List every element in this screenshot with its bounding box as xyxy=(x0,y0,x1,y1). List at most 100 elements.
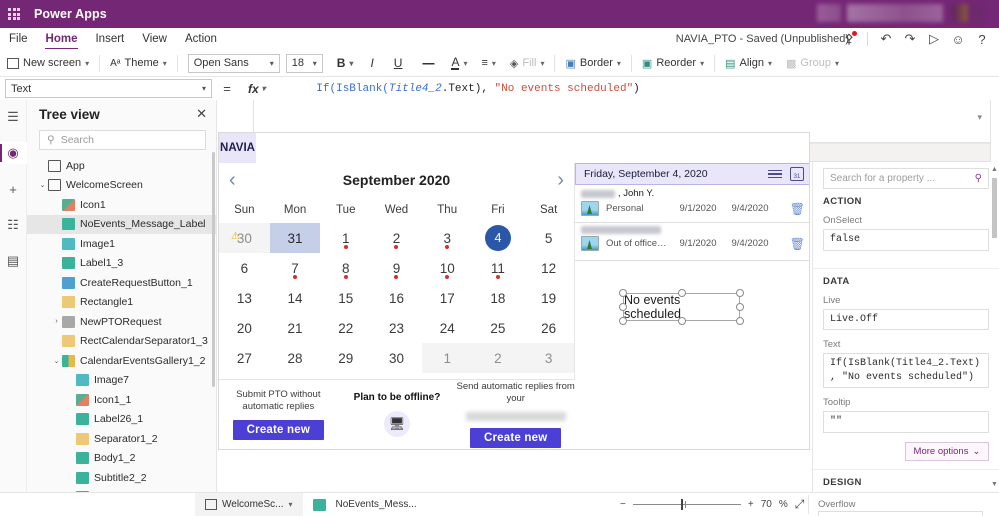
help-icon[interactable]: ? xyxy=(971,28,993,50)
expand-caret-icon[interactable]: ⌄ xyxy=(51,357,62,365)
tree-item[interactable]: Image7 xyxy=(27,371,216,391)
calendar-day-cell[interactable]: 26 xyxy=(523,313,574,343)
trash-icon[interactable]: 🗑 xyxy=(790,202,805,216)
tree-item[interactable]: App xyxy=(27,156,216,176)
insert-plus-icon[interactable]: + xyxy=(0,178,27,200)
create-new-button-left[interactable]: Create new xyxy=(232,419,325,440)
resize-handle-n[interactable] xyxy=(677,289,686,297)
properties-scrollbar[interactable]: ▲ ▼ xyxy=(991,166,998,488)
resize-handle-nw[interactable] xyxy=(619,289,627,297)
resize-handle-e[interactable] xyxy=(736,303,744,311)
undo-icon[interactable]: ↶ xyxy=(875,28,897,50)
tree-item[interactable]: Subtitle2_2 xyxy=(27,468,216,488)
calendar-day-cell[interactable]: 7 xyxy=(270,253,321,283)
scroll-up-arrow-icon[interactable]: ▲ xyxy=(991,166,998,173)
checker-flag-icon[interactable]: ⚴ xyxy=(838,28,860,50)
trash-icon[interactable]: 🗑 xyxy=(790,237,805,251)
calendar-day-cell[interactable]: 19 xyxy=(523,283,574,313)
property-select[interactable]: Text ▾ xyxy=(5,79,212,98)
calendar-day-cell[interactable]: 2 xyxy=(371,223,422,253)
redo-icon[interactable]: ↷ xyxy=(899,28,921,50)
calendar-day-cell[interactable]: 18 xyxy=(473,283,524,313)
tree-view-icon[interactable]: ◉ xyxy=(0,142,27,164)
tree-item[interactable]: Body1_2 xyxy=(27,449,216,469)
zoom-in-button[interactable]: + xyxy=(748,499,754,510)
calendar-day-cell[interactable]: 30 xyxy=(371,343,422,373)
list-view-icon[interactable] xyxy=(768,169,782,179)
chevron-down-icon[interactable]: ▾ xyxy=(977,112,982,123)
menu-item-action[interactable]: Action xyxy=(176,28,226,50)
tree-item[interactable]: › NewPTORequest xyxy=(27,312,216,332)
close-icon[interactable]: ✕ xyxy=(196,106,207,122)
event-row[interactable]: Out of office… 9/1/2020 9/4/2020 🗑 xyxy=(575,223,809,261)
scrollbar-thumb[interactable] xyxy=(992,178,997,238)
play-preview-icon[interactable]: ▷ xyxy=(923,28,945,50)
expand-caret-icon[interactable]: › xyxy=(51,318,62,325)
calendar-day-cell[interactable]: 28 xyxy=(270,343,321,373)
calendar-day-cell[interactable]: 29 xyxy=(320,343,371,373)
calendar-day-cell[interactable]: 4 xyxy=(473,223,524,253)
calendar-day-cell[interactable]: 16 xyxy=(371,283,422,313)
zoom-slider[interactable] xyxy=(632,499,741,510)
resize-handle-se[interactable] xyxy=(736,317,744,325)
navia-tab[interactable]: NAVIA xyxy=(219,133,256,163)
tree-item[interactable]: Label1_3 xyxy=(27,254,216,274)
tree-item[interactable]: Label26_1 xyxy=(27,410,216,430)
calendar-day-cell[interactable]: 1 xyxy=(320,223,371,253)
property-search-input[interactable]: Search for a property ... ⚲ xyxy=(823,168,989,189)
calendar-day-cell[interactable]: 13 xyxy=(219,283,270,313)
hamburger-menu-icon[interactable]: ☰ xyxy=(0,106,27,128)
calendar-day-cell[interactable]: 22 xyxy=(320,313,371,343)
scroll-down-arrow-icon[interactable]: ▼ xyxy=(991,481,998,488)
calendar-view-icon[interactable]: 31 xyxy=(790,167,804,181)
calendar-day-cell[interactable]: 21 xyxy=(270,313,321,343)
selected-label-noevents[interactable]: No events scheduled xyxy=(619,289,744,325)
chevron-left-icon[interactable]: ‹ xyxy=(229,170,236,190)
property-field-input[interactable]: false xyxy=(823,229,989,251)
calendar-day-cell[interactable]: 20 xyxy=(219,313,270,343)
status-control-chip[interactable]: NoEvents_Mess... xyxy=(303,493,427,516)
menu-item-home[interactable]: Home xyxy=(37,28,87,50)
calendar-day-cell[interactable]: 24 xyxy=(422,313,473,343)
calendar-day-cell[interactable]: 12 xyxy=(523,253,574,283)
data-sources-icon[interactable]: ☷ xyxy=(0,214,27,236)
tree-item[interactable]: ⌄ CalendarEventsGallery1_2 xyxy=(27,351,216,371)
offline-monitor-icon[interactable]: 🖥 xyxy=(384,411,410,438)
calendar-day-cell[interactable]: 8 xyxy=(320,253,371,283)
tree-item[interactable]: CreateRequestButton_1 xyxy=(27,273,216,293)
expand-icon[interactable]: ⤢ xyxy=(795,497,805,512)
calendar-day-cell[interactable]: 17 xyxy=(422,283,473,313)
create-new-button-right[interactable]: Create new xyxy=(470,427,562,448)
resize-handle-ne[interactable] xyxy=(736,289,744,297)
event-row[interactable]: , John Y. Personal 9/1/2020 9/4/2020 🗑 xyxy=(575,185,809,223)
menu-item-view[interactable]: View xyxy=(133,28,176,50)
tree-item[interactable]: Rectangle1 xyxy=(27,293,216,313)
tree-search-input[interactable]: ⚲ Search xyxy=(39,130,206,150)
calendar-day-cell[interactable]: 1 xyxy=(421,343,473,373)
theme-button[interactable]: Aᵃ Theme ▾ xyxy=(103,52,174,74)
tree-item[interactable]: Image1 xyxy=(27,234,216,254)
calendar-day-cell[interactable]: ⚠ 30 xyxy=(219,223,270,253)
tree-scrollbar[interactable] xyxy=(212,152,215,387)
calendar-day-cell[interactable]: 31 xyxy=(269,223,321,253)
media-icon[interactable]: ▤ xyxy=(0,250,27,272)
menu-item-insert[interactable]: Insert xyxy=(86,28,133,50)
font-family-select[interactable]: Open Sans ▾ xyxy=(187,53,280,73)
calendar-day-cell[interactable]: 2 xyxy=(472,343,524,373)
zoom-slider-knob[interactable] xyxy=(680,499,683,510)
align-button[interactable]: ▤ Align ▾ xyxy=(718,52,779,74)
share-user-icon[interactable]: ☺ xyxy=(947,28,969,50)
more-options-button[interactable]: More options ⌄ xyxy=(905,441,989,461)
tree-item[interactable]: ⌄ WelcomeScreen xyxy=(27,176,216,196)
expand-caret-icon[interactable]: ⌄ xyxy=(37,181,48,189)
calendar-day-cell[interactable]: 25 xyxy=(473,313,524,343)
tree-item[interactable]: Icon1 xyxy=(27,195,216,215)
reorder-button[interactable]: ▣ Reorder ▾ xyxy=(635,52,711,74)
calendar-day-cell[interactable]: 10 xyxy=(422,253,473,283)
status-screen-chip[interactable]: WelcomeSc... ▾ xyxy=(195,492,303,516)
property-field-input[interactable]: If(IsBlank(Title4_2.Text), "No events sc… xyxy=(823,353,989,388)
resize-handle-s[interactable] xyxy=(677,317,686,325)
tree-item-more-icon[interactable]: … xyxy=(194,218,206,230)
zoom-out-button[interactable]: − xyxy=(620,499,626,510)
tree-item[interactable]: RectCalendarSeparator1_3 xyxy=(27,332,216,352)
